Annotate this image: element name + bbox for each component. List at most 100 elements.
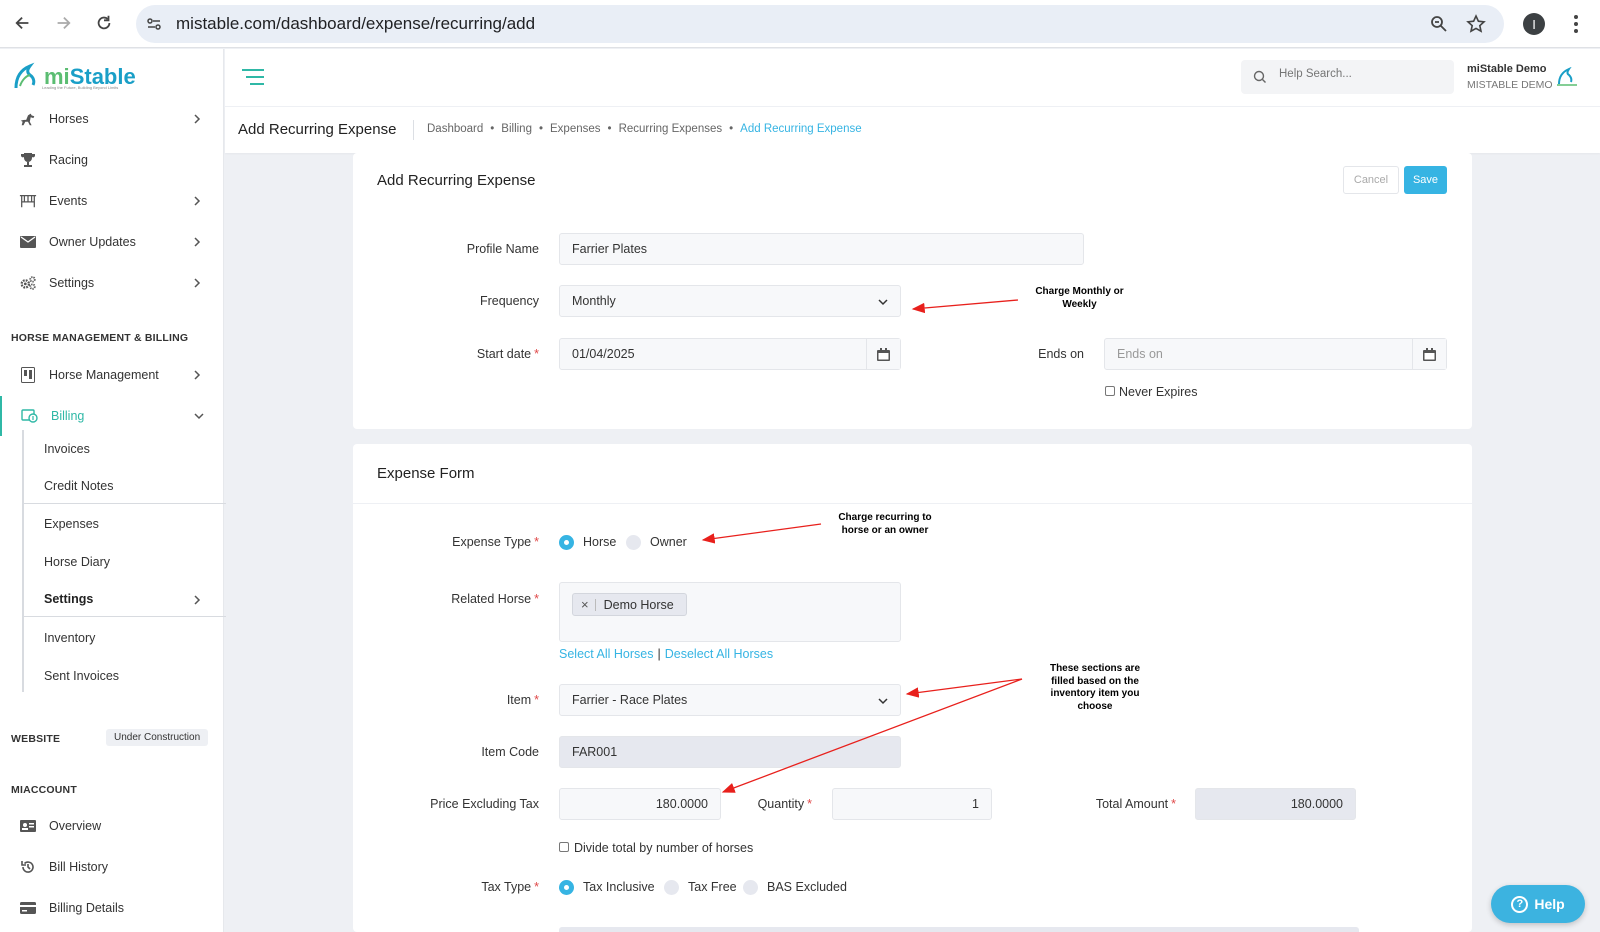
id-card-icon — [19, 817, 37, 835]
required-marker: * — [534, 592, 539, 606]
sidebar-item-horse-management[interactable]: Horse Management — [0, 355, 224, 395]
sidebar-item-horses[interactable]: Horses — [0, 99, 224, 139]
submenu-item-sent-invoices[interactable]: Sent Invoices — [44, 669, 119, 683]
back-icon[interactable] — [12, 12, 34, 34]
expense-type-label-text: Expense Type — [452, 535, 532, 549]
sidebar-item-overview[interactable]: Overview — [0, 806, 224, 846]
sidebar-item-label: Horse Management — [49, 368, 159, 382]
save-button[interactable]: Save — [1404, 166, 1447, 194]
zoom-icon[interactable] — [1430, 15, 1448, 33]
frequency-value: Monthly — [572, 294, 616, 308]
item-label: Item * — [400, 693, 539, 707]
chevron-down-icon — [878, 698, 888, 705]
profile-avatar[interactable]: I — [1523, 13, 1545, 35]
breadcrumb-recurring-expenses[interactable]: Recurring Expenses — [619, 123, 723, 135]
sidebar: miStable Leading the Future, Building Be… — [0, 49, 226, 932]
required-marker: * — [534, 880, 539, 894]
submenu-item-horse-diary[interactable]: Horse Diary — [44, 555, 110, 569]
breadcrumb-dot: • — [729, 123, 734, 135]
radio-tax-free-label: Tax Free — [688, 880, 737, 894]
site-info-icon[interactable] — [146, 16, 162, 32]
price-field[interactable]: 180.0000 — [559, 788, 721, 820]
ends-on-field[interactable]: Ends on — [1104, 338, 1447, 370]
sidebar-item-events[interactable]: Events — [0, 181, 224, 221]
breadcrumb-expenses[interactable]: Expenses — [550, 123, 601, 135]
chevron-right-icon — [194, 114, 201, 124]
gears-icon — [19, 274, 37, 292]
next-field-edge — [559, 927, 1359, 932]
radio-tax-free[interactable] — [664, 880, 679, 895]
sidebar-item-settings[interactable]: Settings — [0, 263, 224, 303]
submenu-item-credit-notes[interactable]: Credit Notes — [44, 479, 113, 493]
remove-tag-icon[interactable]: × — [581, 597, 589, 612]
sidebar-item-bill-history[interactable]: Bill History — [0, 847, 224, 887]
sidebar-item-owner-updates[interactable]: Owner Updates — [0, 222, 224, 262]
never-expires-checkbox[interactable] — [1105, 386, 1115, 396]
breadcrumb-dashboard[interactable]: Dashboard — [427, 123, 483, 135]
total-amount-label-text: Total Amount — [1095, 797, 1169, 811]
required-marker: * — [807, 797, 812, 811]
sidebar-item-label: Owner Updates — [49, 235, 136, 249]
breadcrumb-current: Add Recurring Expense — [740, 123, 862, 135]
card-divider — [353, 503, 1472, 504]
submenu-divider — [24, 503, 226, 504]
search-icon — [1253, 70, 1266, 83]
item-select[interactable]: Farrier - Race Plates — [559, 684, 901, 716]
radio-tax-inclusive[interactable] — [559, 880, 574, 895]
total-amount-label: Total Amount * — [1060, 797, 1176, 811]
start-date-label-text: Start date — [476, 347, 532, 361]
calendar-icon[interactable] — [866, 339, 900, 369]
divide-total-checkbox[interactable] — [559, 842, 569, 852]
radio-horse-label: Horse — [583, 535, 617, 549]
cancel-button[interactable]: Cancel — [1343, 166, 1399, 194]
billing-submenu: Invoices Credit Notes Expenses Horse Dia… — [22, 430, 226, 692]
chevron-right-icon — [194, 278, 201, 288]
menu-toggle-icon[interactable] — [241, 67, 265, 87]
deselect-all-horses-link[interactable]: Deselect All Horses — [665, 647, 773, 661]
select-all-horses-link[interactable]: Select All Horses — [559, 647, 653, 661]
help-search-box[interactable] — [1241, 60, 1454, 94]
browser-menu-icon[interactable] — [1573, 14, 1579, 34]
submenu-item-invoices[interactable]: Invoices — [44, 442, 90, 456]
history-icon — [19, 858, 37, 876]
sidebar-item-label: Events — [49, 194, 88, 208]
horse-tag: × Demo Horse — [572, 593, 687, 616]
user-name[interactable]: miStable Demo — [1467, 63, 1546, 75]
related-horse-multiselect[interactable]: × Demo Horse — [559, 582, 901, 642]
radio-owner-label: Owner — [650, 535, 687, 549]
chevron-down-icon — [194, 413, 204, 420]
help-button[interactable]: ? Help — [1491, 885, 1585, 923]
help-search-input[interactable] — [1279, 68, 1439, 80]
quantity-field[interactable]: 1 — [832, 788, 992, 820]
breadcrumb-dot: • — [607, 123, 612, 135]
item-value: Farrier - Race Plates — [572, 693, 688, 707]
sidebar-item-billing-details[interactable]: Billing Details — [0, 888, 224, 928]
chevron-right-icon — [194, 370, 201, 380]
radio-horse[interactable] — [559, 535, 574, 550]
calendar-icon[interactable] — [1412, 339, 1446, 369]
radio-owner[interactable] — [626, 535, 641, 550]
sidebar-item-racing[interactable]: Racing — [0, 140, 224, 180]
required-marker: * — [1171, 797, 1176, 811]
radio-bas-excluded[interactable] — [743, 880, 758, 895]
divide-total-label: Divide total by number of horses — [574, 841, 754, 855]
user-org: MISTABLE DEMO — [1467, 79, 1553, 91]
reload-icon[interactable] — [93, 12, 115, 34]
address-bar[interactable]: mistable.com/dashboard/expense/recurring… — [136, 5, 1504, 43]
radio-bas-excluded-label: BAS Excluded — [767, 880, 847, 894]
required-marker: * — [534, 347, 539, 361]
price-label: Price Excluding Tax — [430, 797, 539, 811]
browser-toolbar: mistable.com/dashboard/expense/recurring… — [0, 0, 1600, 48]
bookmark-star-icon[interactable] — [1466, 14, 1486, 34]
frequency-label: Frequency — [479, 294, 539, 308]
submenu-item-settings[interactable]: Settings — [44, 592, 93, 606]
frequency-select[interactable]: Monthly — [559, 285, 901, 317]
submenu-item-inventory[interactable]: Inventory — [44, 631, 95, 645]
profile-name-field[interactable]: Farrier Plates — [559, 233, 1084, 265]
quantity-label-text: Quantity — [757, 797, 805, 811]
start-date-field[interactable]: 01/04/2025 — [559, 338, 901, 370]
annotation-expense-type: Charge recurring to horse or an owner — [838, 512, 932, 536]
submenu-item-expenses[interactable]: Expenses — [44, 517, 99, 531]
breadcrumb-billing[interactable]: Billing — [501, 123, 532, 135]
forward-icon[interactable] — [52, 12, 74, 34]
